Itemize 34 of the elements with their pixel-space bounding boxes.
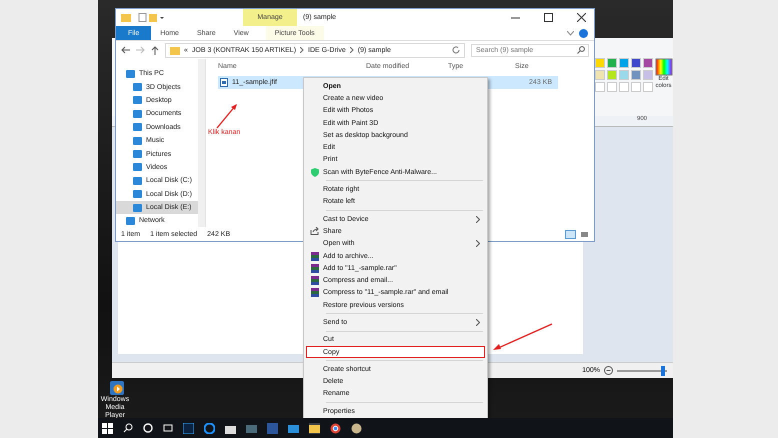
books-stack-icon — [310, 288, 318, 298]
zoom-out-icon[interactable] — [604, 366, 613, 375]
books-stack-icon — [310, 264, 318, 273]
search-icon[interactable] — [123, 423, 133, 433]
chrome-browser-icon[interactable] — [330, 422, 341, 434]
windows-start-icon[interactable] — [102, 422, 113, 434]
annotation-arrow — [492, 322, 554, 352]
details-view-icon[interactable] — [565, 230, 576, 238]
books-stack-icon — [310, 276, 318, 286]
chevron-icon — [350, 47, 354, 53]
chevron-icon[interactable] — [567, 30, 574, 36]
thumbnail-view-icon[interactable] — [580, 230, 589, 238]
task-view-icon[interactable] — [163, 423, 173, 433]
app-icon[interactable] — [246, 422, 257, 434]
share-icon — [310, 227, 319, 236]
color-spectrum-icon[interactable] — [654, 58, 672, 76]
back-arrow-icon[interactable] — [121, 46, 130, 54]
media-player-icon — [109, 380, 125, 396]
circle-icon[interactable] — [143, 423, 153, 433]
scrollbar[interactable] — [198, 59, 206, 227]
books-stack-icon — [310, 252, 318, 260]
annotation-arrow — [215, 102, 239, 130]
color-palette[interactable] — [595, 58, 653, 92]
search-icon — [577, 46, 585, 54]
maximize-icon[interactable] — [544, 13, 553, 22]
image-file-icon — [220, 78, 228, 87]
close-icon[interactable] — [577, 13, 586, 22]
quick-access-icons[interactable] — [137, 13, 167, 22]
refresh-icon[interactable] — [452, 46, 460, 54]
zoom-slider-thumb[interactable] — [661, 366, 665, 376]
shield-icon — [310, 168, 318, 177]
help-icon[interactable] — [579, 28, 588, 38]
chevron-icon — [300, 47, 304, 53]
up-arrow-icon[interactable] — [151, 46, 159, 54]
